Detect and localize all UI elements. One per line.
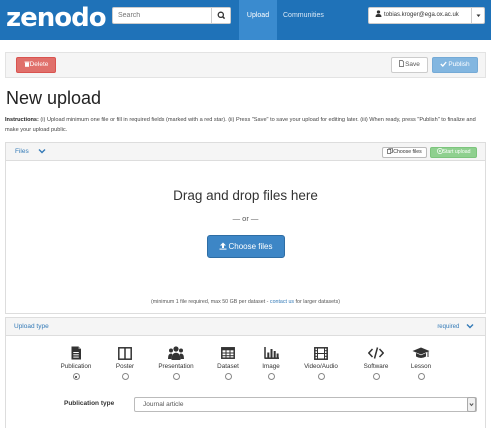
upload-type-radio[interactable]	[121, 373, 129, 380]
upload-type-name: Software	[363, 363, 389, 370]
upload-type-name: Video/Audio	[304, 363, 338, 370]
upload-type-option[interactable]: Image	[247, 346, 295, 380]
upload-type-name: Publication	[60, 363, 92, 370]
search-box	[112, 7, 231, 24]
publication-type-value: Journal article	[143, 401, 184, 408]
files-header-label: Files	[15, 148, 29, 155]
required-label: required	[437, 324, 460, 330]
upload-type-name: Lesson	[410, 363, 432, 370]
upload-type-name: Image	[262, 363, 280, 370]
start-upload-label: Start upload	[442, 149, 471, 155]
page-title: New upload	[6, 88, 102, 108]
chevron-down-icon	[466, 324, 474, 329]
upload-type-name: Poster	[115, 363, 135, 370]
upload-type-radio[interactable]	[372, 373, 380, 380]
save-button[interactable]: Save	[391, 57, 428, 73]
instructions-label: Instructions:	[5, 117, 39, 123]
upload-type-option[interactable]: Dataset	[204, 346, 252, 380]
chevron-down-icon	[38, 149, 46, 154]
user-email: tobias.kroger@ega.ox.ac.uk	[384, 12, 459, 18]
upload-type-option[interactable]: Video/Audio	[297, 346, 345, 380]
upload-type-radio[interactable]	[417, 373, 425, 380]
dropzone-title: Drag and drop files here	[173, 188, 318, 203]
caret-down-icon	[476, 14, 481, 17]
upload-type-radio[interactable]	[317, 373, 325, 380]
upload-type-label: Upload type	[14, 323, 49, 330]
choose-files-small-button[interactable]: Choose files	[382, 147, 427, 158]
user-menu-toggle[interactable]	[472, 7, 485, 24]
choose-files-button[interactable]: Choose files	[207, 235, 285, 258]
search-icon	[217, 11, 226, 20]
check-icon	[440, 61, 448, 67]
limits-tail: for larger datasets)	[294, 299, 341, 305]
upload-icon	[219, 242, 227, 250]
required-toggle[interactable]: required	[437, 318, 475, 336]
upload-type-radio[interactable]	[267, 373, 275, 380]
table-icon	[221, 347, 235, 359]
upload-type-name: Dataset	[217, 363, 239, 370]
zenodo-logo[interactable]: zenodo	[6, 3, 107, 33]
file-limits-note: (minimum 1 file required, max 50 GB per …	[6, 299, 485, 305]
publication-type-label: Publication type	[64, 400, 115, 407]
files-panel-header[interactable]: Files Choose files Start upload	[6, 143, 485, 161]
nav-upload-link[interactable]: Upload	[239, 0, 277, 40]
nav-communities-link[interactable]: Communities	[283, 0, 324, 32]
upload-type-radio[interactable]	[72, 373, 80, 380]
film-icon	[314, 346, 328, 360]
files-panel: Files Choose files Start upload Drag and…	[5, 142, 486, 314]
save-label: Save	[405, 61, 420, 68]
start-upload-button[interactable]: Start upload	[430, 147, 477, 158]
instructions-text: Instructions: (i) Upload minimum one fil…	[5, 115, 485, 135]
search-button[interactable]	[211, 8, 230, 23]
publish-button[interactable]: Publish	[432, 57, 478, 73]
limits-text: (minimum 1 file required, max 50 GB per …	[150, 299, 270, 305]
publish-label: Publish	[448, 61, 470, 68]
chevron-down-icon	[469, 403, 474, 407]
top-navbar: zenodo Upload Communities tobias.kroger@…	[0, 0, 491, 40]
delete-button[interactable]: Delete	[16, 57, 56, 73]
user-icon	[375, 10, 382, 17]
contact-us-link[interactable]: contact us	[270, 299, 294, 305]
upload-type-option[interactable]: Presentation	[152, 346, 200, 380]
upload-type-radio[interactable]	[224, 373, 232, 380]
user-menu-button[interactable]: tobias.kroger@ega.ox.ac.uk	[368, 7, 472, 24]
book-icon	[71, 346, 81, 360]
upload-type-option[interactable]: Poster	[101, 346, 149, 380]
bar-chart-icon	[263, 347, 279, 359]
choose-files-small-label: Choose files	[393, 149, 422, 155]
select-arrow[interactable]	[467, 397, 476, 412]
publication-type-select[interactable]: Journal article	[134, 397, 477, 412]
code-icon	[368, 347, 384, 359]
dropzone-or: — or —	[232, 214, 259, 223]
upload-type-header[interactable]: Upload type required	[6, 318, 485, 336]
choose-files-label: Choose files	[228, 242, 273, 251]
files-toggle[interactable]: Files	[15, 143, 48, 161]
delete-label: Delete	[29, 61, 49, 68]
file-icon	[399, 60, 404, 67]
upload-type-name: Presentation	[158, 363, 194, 370]
columns-icon	[118, 346, 132, 360]
graduation-cap-icon	[412, 347, 430, 358]
upload-type-option[interactable]: Publication	[52, 346, 100, 380]
upload-type-option[interactable]: Software	[352, 346, 400, 380]
upload-type-option[interactable]: Lesson	[397, 346, 445, 380]
group-icon	[168, 346, 184, 360]
search-input[interactable]	[113, 8, 211, 23]
upload-type-radio[interactable]	[172, 373, 180, 380]
action-bar: Delete Save Publish	[5, 52, 486, 78]
instructions-body: (i) Upload minimum one file or fill in r…	[5, 117, 476, 133]
